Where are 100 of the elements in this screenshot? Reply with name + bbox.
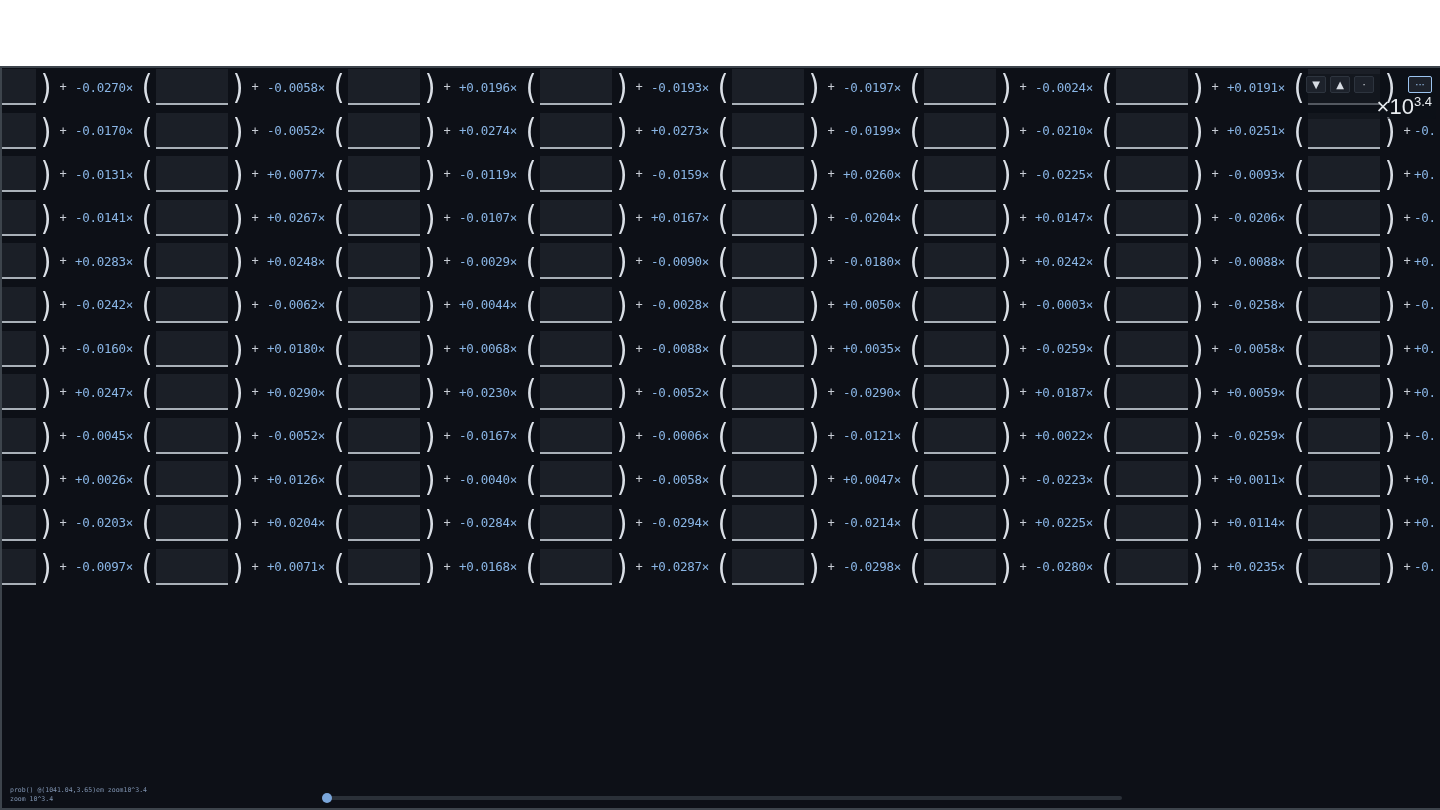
blank-field[interactable] (540, 199, 612, 236)
blank-field[interactable] (540, 461, 612, 498)
blank-field[interactable] (732, 374, 804, 411)
toolbar-button[interactable]: ··· (1408, 76, 1432, 93)
blank-field[interactable] (156, 286, 228, 323)
blank-field[interactable] (156, 504, 228, 541)
blank-field[interactable] (348, 286, 420, 323)
blank-field[interactable] (348, 156, 420, 193)
blank-field[interactable] (540, 243, 612, 280)
blank-field[interactable] (348, 461, 420, 498)
blank-field[interactable] (732, 243, 804, 280)
blank-field[interactable] (156, 330, 228, 367)
blank-field[interactable] (348, 69, 420, 105)
blank-field[interactable] (732, 69, 804, 105)
blank-field[interactable] (540, 374, 612, 411)
blank-field[interactable] (540, 330, 612, 367)
blank-field[interactable] (540, 548, 612, 585)
blank-field[interactable] (1308, 156, 1380, 193)
blank-field[interactable] (1308, 330, 1380, 367)
blank-field[interactable] (348, 374, 420, 411)
blank-field[interactable] (732, 330, 804, 367)
blank-field[interactable] (540, 156, 612, 193)
blank-field[interactable] (1308, 504, 1380, 541)
blank-field[interactable] (1116, 156, 1188, 193)
blank-field[interactable] (1116, 286, 1188, 323)
blank-field[interactable] (2, 199, 36, 236)
blank-field[interactable] (156, 199, 228, 236)
zoom-slider[interactable] (322, 793, 1122, 803)
blank-field[interactable] (924, 69, 996, 105)
blank-field[interactable] (924, 330, 996, 367)
blank-field[interactable] (540, 69, 612, 105)
blank-field[interactable] (2, 286, 36, 323)
blank-field[interactable] (348, 243, 420, 280)
blank-field[interactable] (732, 461, 804, 498)
blank-field[interactable] (1308, 461, 1380, 498)
blank-field[interactable] (924, 243, 996, 280)
blank-field[interactable] (924, 548, 996, 585)
blank-field[interactable] (924, 286, 996, 323)
blank-field[interactable] (1308, 243, 1380, 280)
blank-field[interactable] (2, 461, 36, 498)
toolbar-button[interactable]: · (1354, 76, 1374, 93)
blank-field[interactable] (540, 504, 612, 541)
blank-field[interactable] (924, 199, 996, 236)
blank-field[interactable] (1308, 112, 1380, 149)
blank-field[interactable] (732, 199, 804, 236)
blank-field[interactable] (2, 156, 36, 193)
blank-field[interactable] (1308, 548, 1380, 585)
toolbar-button[interactable]: ▼ (1306, 76, 1326, 93)
blank-field[interactable] (156, 548, 228, 585)
blank-field[interactable] (156, 69, 228, 105)
blank-field[interactable] (1116, 504, 1188, 541)
blank-field[interactable] (540, 417, 612, 454)
toolbar-button[interactable]: ▲ (1330, 76, 1350, 93)
blank-field[interactable] (348, 417, 420, 454)
blank-field[interactable] (1116, 112, 1188, 149)
blank-field[interactable] (2, 69, 36, 105)
blank-field[interactable] (1116, 417, 1188, 454)
blank-field[interactable] (2, 243, 36, 280)
blank-field[interactable] (2, 504, 36, 541)
blank-field[interactable] (156, 374, 228, 411)
blank-field[interactable] (924, 461, 996, 498)
blank-field[interactable] (924, 504, 996, 541)
blank-field[interactable] (1308, 374, 1380, 411)
blank-field[interactable] (2, 374, 36, 411)
blank-field[interactable] (1308, 417, 1380, 454)
slider-thumb[interactable] (322, 793, 332, 803)
blank-field[interactable] (348, 548, 420, 585)
blank-field[interactable] (1116, 548, 1188, 585)
blank-field[interactable] (1308, 286, 1380, 323)
blank-field[interactable] (1116, 69, 1188, 105)
blank-field[interactable] (540, 286, 612, 323)
blank-field[interactable] (732, 286, 804, 323)
blank-field[interactable] (732, 417, 804, 454)
blank-field[interactable] (348, 112, 420, 149)
blank-field[interactable] (156, 461, 228, 498)
blank-field[interactable] (1116, 330, 1188, 367)
blank-field[interactable] (156, 156, 228, 193)
blank-field[interactable] (732, 548, 804, 585)
blank-field[interactable] (156, 112, 228, 149)
blank-field[interactable] (732, 156, 804, 193)
blank-field[interactable] (1116, 243, 1188, 280)
blank-field[interactable] (2, 330, 36, 367)
blank-field[interactable] (348, 504, 420, 541)
blank-field[interactable] (732, 504, 804, 541)
blank-field[interactable] (348, 330, 420, 367)
blank-field[interactable] (924, 417, 996, 454)
blank-field[interactable] (156, 417, 228, 454)
blank-field[interactable] (156, 243, 228, 280)
blank-field[interactable] (1116, 199, 1188, 236)
blank-field[interactable] (1308, 199, 1380, 236)
blank-field[interactable] (2, 112, 36, 149)
blank-field[interactable] (924, 156, 996, 193)
blank-field[interactable] (732, 112, 804, 149)
blank-field[interactable] (540, 112, 612, 149)
blank-field[interactable] (348, 199, 420, 236)
blank-field[interactable] (924, 374, 996, 411)
blank-field[interactable] (2, 548, 36, 585)
blank-field[interactable] (1116, 461, 1188, 498)
blank-field[interactable] (924, 112, 996, 149)
blank-field[interactable] (2, 417, 36, 454)
